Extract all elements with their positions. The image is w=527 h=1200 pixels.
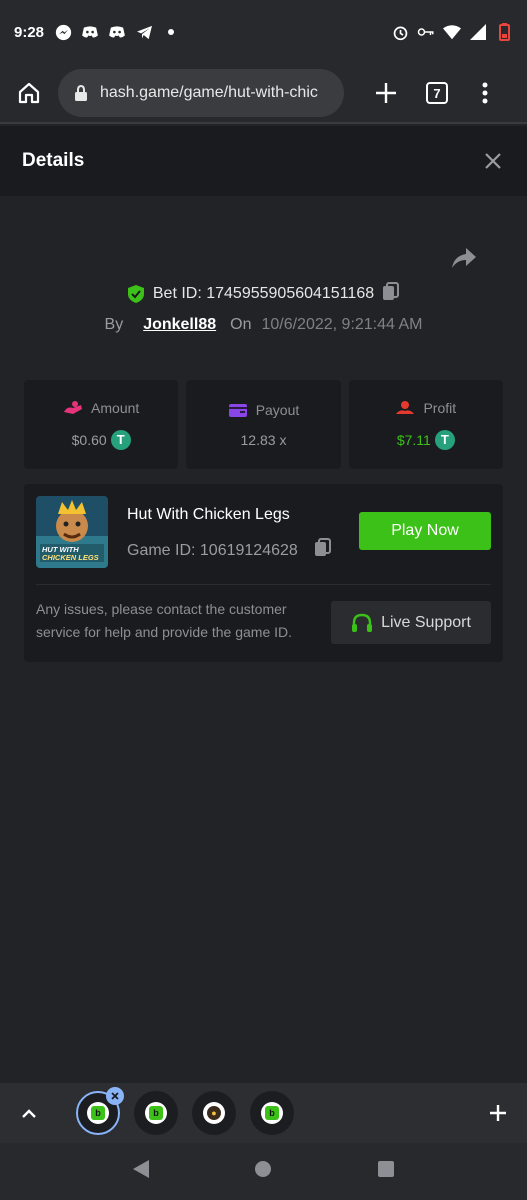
back-button[interactable] [132, 1159, 150, 1184]
share-icon [452, 248, 476, 268]
discord-icon [108, 23, 126, 41]
details-header: Details [0, 126, 527, 196]
new-tab-button[interactable] [358, 63, 414, 123]
profit-value: $7.11 [396, 431, 431, 448]
profit-stat: Profit $7.11 T [348, 380, 503, 469]
close-icon [485, 153, 501, 169]
status-bar: 9:28 [0, 0, 527, 64]
site-favicon: b [145, 1102, 167, 1124]
bet-stats: Amount $0.60 T Payout 12.83 x Profit $7.… [24, 380, 503, 469]
profit-icon [396, 400, 415, 414]
verified-shield-icon [127, 285, 144, 303]
page-title: Details [22, 150, 85, 171]
bet-id: Bet ID: 1745955905604151168 [152, 285, 375, 302]
on-label: On [230, 316, 252, 333]
usdt-icon: T [434, 429, 455, 450]
browser-menu-button[interactable] [460, 63, 510, 123]
expand-tabs-button[interactable] [0, 1083, 58, 1143]
game-card: HUT WITH CHICKEN LEGS Hut With Chicken L… [24, 484, 503, 662]
recents-button[interactable] [377, 1160, 395, 1183]
username-link[interactable]: Jonkell88 [143, 316, 216, 334]
live-support-button[interactable]: Live Support [331, 601, 491, 644]
amount-icon [64, 400, 83, 414]
tab-thumbnail[interactable]: ● [192, 1091, 236, 1135]
chevron-up-icon [22, 1109, 36, 1118]
battery-low-icon [495, 23, 513, 41]
wifi-icon [443, 23, 461, 41]
help-text: Any issues, please contact the customer … [36, 601, 293, 640]
site-favicon: b [261, 1102, 283, 1124]
tab-count: 7 [426, 82, 448, 104]
home-button[interactable] [0, 63, 58, 123]
bet-date: 10/6/2022, 9:21:44 AM [261, 316, 423, 333]
add-tab-button[interactable] [469, 1083, 527, 1143]
dot-icon [162, 23, 180, 41]
copy-bet-id-button[interactable] [382, 281, 400, 307]
tab-strip: b b ● b [0, 1083, 527, 1143]
headset-icon [352, 613, 373, 632]
copy-icon [314, 538, 331, 556]
back-triangle-icon [133, 1160, 150, 1178]
wallet-icon [228, 403, 247, 417]
play-now-button[interactable]: Play Now [359, 512, 491, 550]
lock-icon [75, 85, 87, 101]
alarm-icon [391, 23, 409, 41]
status-time: 9:28 [14, 23, 45, 41]
game-name: Hut With Chicken Legs [127, 506, 290, 523]
tab-thumbnail-active[interactable]: b [76, 1087, 124, 1135]
recents-square-icon [377, 1161, 394, 1177]
close-button[interactable] [481, 149, 505, 173]
plus-icon [490, 1105, 506, 1121]
site-favicon: ● [203, 1102, 225, 1124]
game-id: Game ID: 10619124628 [127, 541, 298, 559]
payout-stat: Payout 12.83 x [186, 380, 341, 469]
url-text: hash.game/game/hut-with-chic [100, 84, 318, 101]
home-nav-button[interactable] [254, 1160, 272, 1183]
divider [36, 584, 491, 585]
game-thumbnail[interactable]: HUT WITH CHICKEN LEGS [36, 496, 108, 568]
telegram-icon [135, 23, 153, 41]
messenger-icon [54, 23, 72, 41]
bet-meta-row: By Jonkell88 On 10/6/2022, 9:21:44 AM [0, 312, 527, 338]
copy-game-id-button[interactable] [314, 538, 332, 563]
discord-icon [81, 23, 99, 41]
copy-icon [383, 281, 400, 300]
browser-toolbar: hash.game/game/hut-with-chic 7 [0, 64, 527, 124]
thumb-title-line2: CHICKEN LEGS [42, 553, 99, 562]
tab-thumbnail[interactable]: b [134, 1091, 178, 1135]
vpn-key-icon [417, 23, 435, 41]
bet-id-row: Bet ID: 1745955905604151168 [0, 280, 527, 308]
signal-icon [469, 23, 487, 41]
live-support-label: Live Support [381, 613, 471, 631]
system-nav-bar [0, 1143, 527, 1200]
home-icon [18, 82, 40, 104]
payout-value: 12.83 x [240, 431, 287, 448]
by-label: By [104, 316, 124, 333]
profit-label: Profit [423, 399, 457, 416]
site-favicon: b [87, 1102, 109, 1124]
amount-value: $0.60 [71, 431, 107, 448]
amount-stat: Amount $0.60 T [24, 380, 179, 469]
close-icon [111, 1092, 119, 1100]
tab-switcher-button[interactable]: 7 [414, 63, 460, 123]
payout-label: Payout [255, 401, 300, 418]
usdt-icon: T [110, 429, 131, 450]
home-circle-icon [255, 1161, 272, 1177]
address-bar[interactable]: hash.game/game/hut-with-chic [58, 69, 344, 117]
tab-thumbnail[interactable]: b [250, 1091, 294, 1135]
plus-icon [376, 83, 396, 103]
more-vert-icon [482, 82, 488, 104]
amount-label: Amount [91, 399, 140, 416]
share-button[interactable] [450, 246, 478, 270]
close-tab-button[interactable] [106, 1087, 124, 1105]
